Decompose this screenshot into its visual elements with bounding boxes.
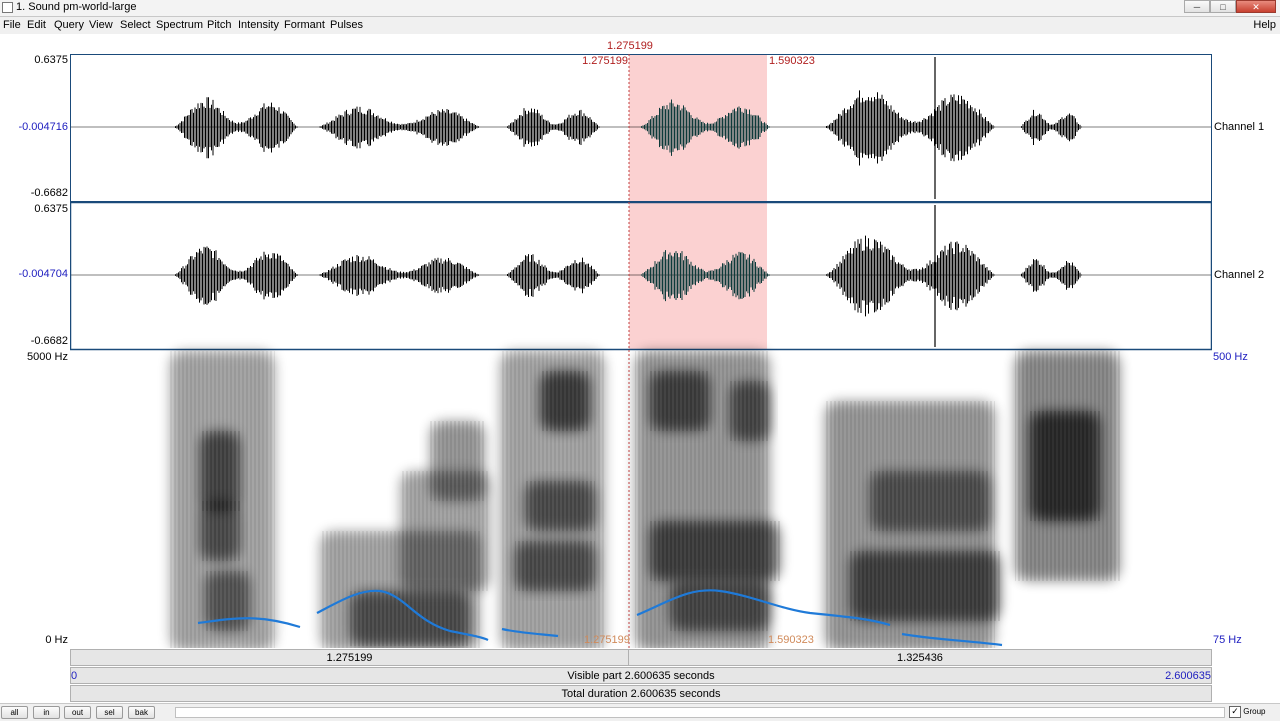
spectrogram-fmax: 5000 Hz [27,351,68,363]
menu-select[interactable]: Select [120,19,151,31]
horizontal-scrollbar[interactable] [175,707,1225,718]
visible-part-text: Visible part 2.600635 seconds [567,670,715,682]
menu-file[interactable]: File [3,19,21,31]
zoom-out-button[interactable]: out [64,706,91,719]
channel-1-label: Channel 1 [1214,121,1265,133]
time-segment-right[interactable]: 1.325436 [628,649,1212,666]
spectrogram-voicing-striation [200,431,240,511]
window-title: 1. Sound pm-world-large [16,1,137,13]
close-button[interactable]: ✕ [1236,0,1276,13]
menu-query[interactable]: Query [54,19,84,31]
ch1-ymin: -0.6682 [30,187,68,199]
spectrogram-voicing-striation [350,591,470,646]
zoom-selection-button[interactable]: sel [96,706,123,719]
menu-spectrum[interactable]: Spectrum [156,19,203,31]
ch1-ymid: -0.004716 [18,121,68,133]
window-controls: ─ □ ✕ [1184,0,1276,14]
ch2-ymax: 0.6375 [34,203,68,215]
spectrogram-voicing-striation [650,521,780,581]
spectrogram-voicing-striation [650,371,710,431]
bottom-toolbar: all in out sel bak ✓ Group [0,703,1280,721]
menu-view[interactable]: View [89,19,113,31]
spectrogram-voicing-striation [670,581,770,631]
group-checkbox[interactable]: ✓ Group [1229,706,1265,718]
spectrogram-voicing-striation [870,471,990,531]
zoom-all-button[interactable]: all [1,706,28,719]
visible-start: 0 [71,670,78,682]
zoom-back-button[interactable]: bak [128,706,155,719]
title-bar: 1. Sound pm-world-large ─ □ ✕ [0,0,1280,17]
channel-2-label: Channel 2 [1214,269,1265,281]
time-segment-left[interactable]: 1.275199 [70,649,629,666]
app-icon [2,2,13,13]
spectrogram-voicing-striation [200,501,240,561]
spectrogram-voicing-striation [540,371,590,431]
spectrogram-voicing-striation [1030,411,1100,521]
menu-bar: File Edit Query View Select Spectrum Pit… [0,17,1280,34]
visible-end: 2.600635 [1165,670,1211,682]
group-check-icon: ✓ [1229,706,1241,718]
ch1-ymax: 0.6375 [34,54,68,66]
spectrogram-voicing-striation [730,381,770,441]
group-label: Group [1243,707,1266,717]
visible-part-bar[interactable]: 0 Visible part 2.600635 seconds 2.600635 [70,667,1212,684]
zoom-in-button[interactable]: in [33,706,60,719]
menu-intensity[interactable]: Intensity [238,19,279,31]
cursor-time-top: 1.275199 [607,40,653,52]
spectrogram [170,351,1120,648]
menu-formant[interactable]: Formant [284,19,325,31]
minimize-button[interactable]: ─ [1184,0,1210,13]
selection-end-bottom: 1.590323 [768,634,814,646]
spectrogram-voicing-striation [515,541,595,591]
spectrogram-voicing-striation [400,471,490,591]
spectrogram-fmin: 0 Hz [45,634,68,646]
ch2-ymin: -0.6682 [30,335,68,347]
menu-pitch[interactable]: Pitch [207,19,231,31]
ch2-ymid: -0.004704 [18,268,68,280]
spectrogram-voicing-striation [525,481,595,531]
menu-edit[interactable]: Edit [27,19,46,31]
pitch-min-label: 75 Hz [1213,634,1242,646]
menu-pulses[interactable]: Pulses [330,19,363,31]
pitch-max-label: 500 Hz [1213,351,1248,363]
menu-help[interactable]: Help [1253,19,1276,31]
total-duration-bar[interactable]: Total duration 2.600635 seconds [70,685,1212,702]
cursor-time-bottom: 1.275199 [584,634,630,646]
spectrogram-voicing-striation [850,551,1000,621]
sound-editor-canvas[interactable] [70,54,1212,648]
maximize-button[interactable]: □ [1210,0,1236,13]
